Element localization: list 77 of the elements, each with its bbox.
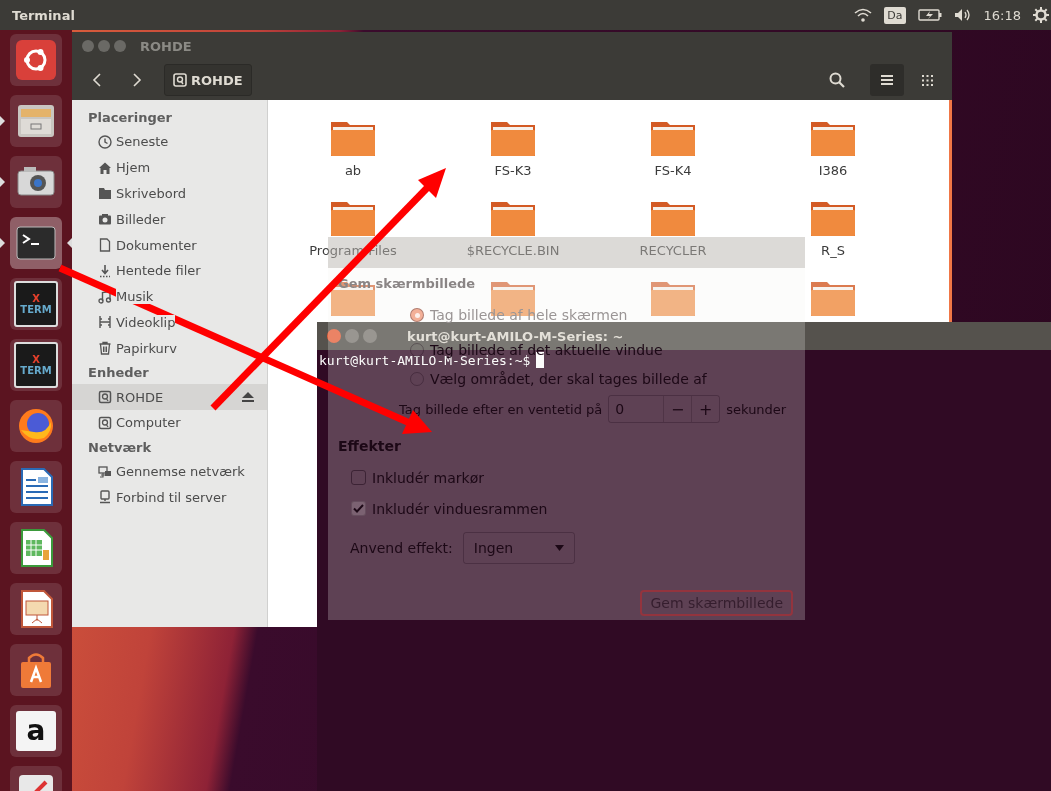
close-button[interactable] [82,40,94,52]
keyboard-layout-indicator[interactable]: Da [884,6,906,24]
radio-button[interactable] [410,308,424,322]
sidebar-item[interactable]: Seneste [72,129,267,155]
terminal-icon[interactable] [10,217,62,269]
home-icon [98,160,112,175]
checkbox-label: Inkludér vinduesrammen [372,500,548,517]
sidebar-item[interactable]: Hjem [72,154,267,181]
film-icon [98,315,112,330]
drive-icon [173,73,187,87]
dropdown-caret-icon [554,545,564,551]
drawer-icon[interactable] [10,95,62,147]
checkbox-label: Inkludér markør [372,469,484,486]
sidebar-item[interactable]: Gennemse netværk [72,458,267,485]
download-icon [98,263,112,278]
monitor-icon[interactable]: X TERM [10,339,62,391]
spreadsheet-icon[interactable] [10,522,62,574]
battery-icon[interactable] [917,9,942,21]
clock-time[interactable]: 16:18 [983,7,1021,23]
option-label: Vælg området, der skal tages billede af [430,371,707,387]
sidebar-item[interactable]: Musik [72,283,267,310]
drive-icon [98,415,112,430]
window-title: kurt@kurt-AMILO-M-Series: ~ [407,328,624,344]
sidebar-item[interactable]: Forbind til server [72,484,267,511]
list-icon [881,75,893,85]
folder-name[interactable]: R_S [821,243,845,258]
path-button[interactable]: ROHDE [164,64,252,96]
maximize-button[interactable] [114,40,126,52]
sidebar-heading: Netværk [87,438,153,457]
sidebar-item[interactable]: Dokumenter [72,232,267,258]
section-heading: Effekter [338,438,401,456]
monitor-icon[interactable]: X TERM [10,278,62,330]
folder-icon [98,186,112,201]
trash-icon [98,341,112,356]
circle-logo-icon[interactable] [10,34,62,86]
sidebar-item[interactable]: ROHDE [72,384,267,410]
folder-name[interactable]: FS-K4 [654,163,692,178]
sidebar-heading: Placeringer [87,109,173,127]
sidebar-item[interactable]: Videoklip [72,309,267,336]
drive-icon [98,390,112,405]
sidebar-heading: Enheder [87,364,150,383]
clock-icon [98,134,112,149]
letter-logo-icon[interactable]: a [10,705,62,757]
list-view-button[interactable] [870,64,904,96]
sidebar-item[interactable]: Skrivebord [72,180,267,207]
search-icon [829,72,845,88]
server-icon [98,490,112,505]
sidebar-item[interactable]: Papirkurv [72,335,267,362]
network-computers-icon [98,464,112,479]
camera-icon[interactable] [10,156,62,208]
folder-name[interactable]: ab [344,163,362,178]
camera-icon [98,212,112,227]
chevron-right-icon [132,73,142,87]
checkbox[interactable] [351,470,366,485]
sidebar-item[interactable]: Billeder [72,206,267,233]
globe-icon[interactable] [10,400,62,452]
chevron-left-icon [92,73,102,87]
settings-icon[interactable] [1033,7,1049,23]
presentation-icon[interactable] [10,583,62,635]
document-icon [98,238,112,253]
close-button[interactable] [327,329,341,343]
effect-label: Anvend effekt: [350,540,453,556]
grid-icon [921,74,933,86]
sidebar-item[interactable]: Computer [72,409,267,436]
music-note-icon [98,289,112,304]
minimize-button[interactable] [98,40,110,52]
sidebar-item[interactable]: Hentede filer [72,258,267,284]
document-icon[interactable] [10,461,62,513]
folder-name[interactable]: FS-K3 [494,163,532,178]
volume-icon[interactable] [953,8,972,22]
window-title: ROHDE [140,38,192,54]
shopping-bag-icon[interactable] [10,644,62,696]
wifi-icon[interactable] [854,8,873,22]
folder-name[interactable]: I386 [818,163,848,178]
eject-button[interactable] [241,391,255,404]
unit-label: sekunder [726,401,787,417]
active-app-title: Terminal [11,7,76,23]
